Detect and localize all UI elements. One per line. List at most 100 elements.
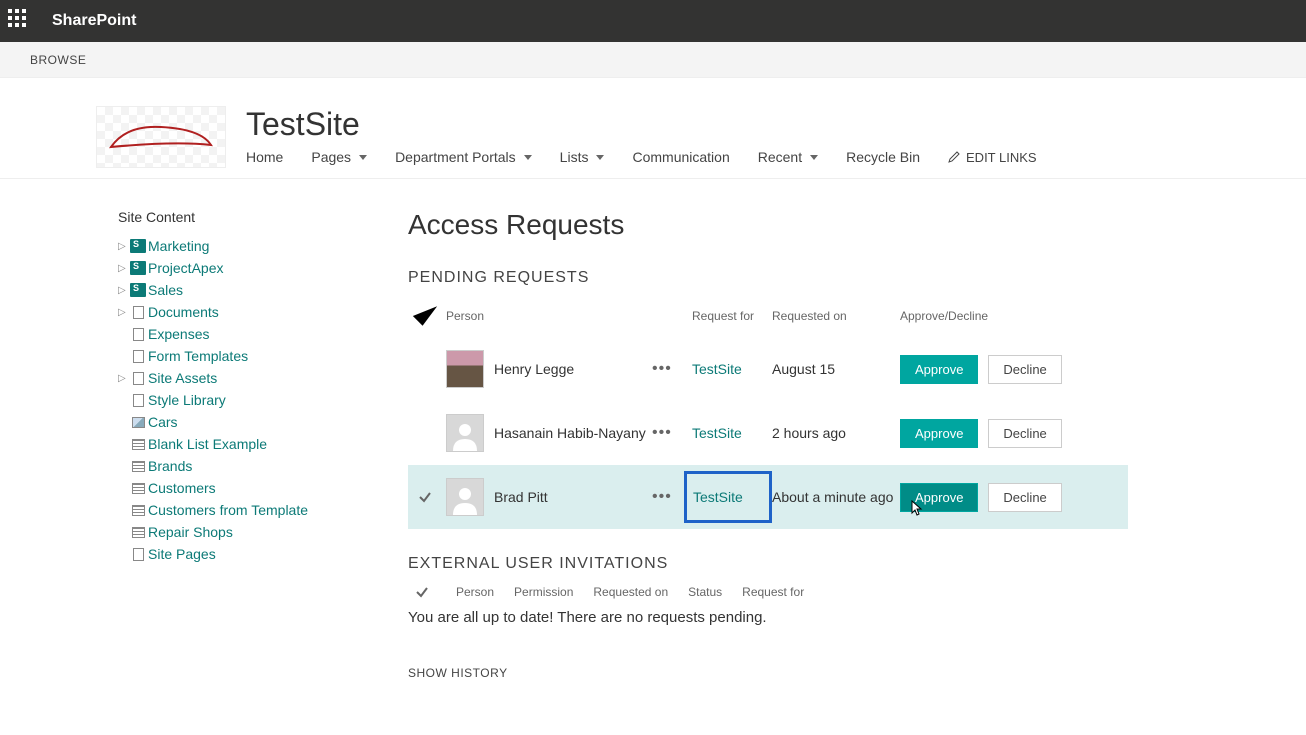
sidebar-item-label[interactable]: Style Library — [148, 392, 226, 408]
sidebar-item-marketing[interactable]: ▷ Marketing — [118, 235, 348, 257]
topnav-item-communication[interactable]: Communication — [632, 149, 729, 165]
sidebar-item-style-library[interactable]: Style Library — [118, 389, 348, 411]
sidebar-item-label[interactable]: Brands — [148, 458, 192, 474]
expand-icon[interactable]: ▷ — [118, 285, 128, 296]
row-check[interactable] — [408, 490, 442, 504]
app-launcher-icon[interactable] — [8, 9, 32, 33]
pending-table-header: Person Request for Requested on Approve/… — [408, 295, 1128, 337]
topnav-item-recycle-bin[interactable]: Recycle Bin — [846, 149, 920, 165]
col-request-for: Request for — [692, 309, 772, 323]
sidebar-item-customers-from-template[interactable]: Customers from Template — [118, 499, 348, 521]
topnav-item-home[interactable]: Home — [246, 149, 283, 165]
ribbon-tab-browse[interactable]: BROWSE — [30, 53, 86, 67]
ellipsis-icon[interactable]: ••• — [652, 488, 672, 505]
sidebar-item-customers[interactable]: Customers — [118, 477, 348, 499]
topnav-item-lists[interactable]: Lists — [560, 149, 605, 165]
doc-icon — [130, 547, 146, 561]
chevron-down-icon — [359, 155, 367, 160]
pending-section-title: PENDING REQUESTS — [408, 269, 1128, 287]
topnav-label: Recent — [758, 149, 802, 165]
sidebar-item-label[interactable]: Form Templates — [148, 348, 248, 364]
sidebar-item-label[interactable]: Marketing — [148, 238, 209, 254]
approve-button[interactable]: Approve — [900, 419, 978, 448]
sidebar-item-projectapex[interactable]: ▷ ProjectApex — [118, 257, 348, 279]
decline-button[interactable]: Decline — [988, 419, 1061, 448]
chevron-down-icon — [524, 155, 532, 160]
list-icon — [130, 525, 146, 539]
top-nav: Home Pages Department Portals Lists Communic… — [246, 149, 1276, 165]
sidebar-item-sales[interactable]: ▷ Sales — [118, 279, 348, 301]
sidebar-item-site-pages[interactable]: Site Pages — [118, 543, 348, 565]
edit-links-button[interactable]: EDIT LINKS — [948, 150, 1037, 165]
approve-button[interactable]: Approve — [900, 355, 978, 384]
ext-select-all[interactable] — [408, 585, 436, 599]
sidebar-item-label[interactable]: Repair Shops — [148, 524, 233, 540]
requested-on: August 15 — [772, 361, 900, 377]
request-for-link[interactable]: TestSite — [693, 489, 743, 505]
list-icon — [130, 459, 146, 473]
sidebar-item-label[interactable]: Site Pages — [148, 546, 216, 562]
topnav-item-pages[interactable]: Pages — [311, 149, 367, 165]
select-all-check[interactable] — [408, 299, 442, 333]
expand-icon[interactable]: ▷ — [118, 241, 128, 252]
sidebar-item-label[interactable]: Customers from Template — [148, 502, 308, 518]
col-person: Person — [442, 309, 652, 323]
sidebar-item-form-templates[interactable]: Form Templates — [118, 345, 348, 367]
expand-icon[interactable]: ▷ — [118, 373, 128, 384]
sidebar-item-label[interactable]: Blank List Example — [148, 436, 267, 452]
sidebar-item-label[interactable]: Documents — [148, 304, 219, 320]
pending-row[interactable]: Brad Pitt•••TestSiteAbout a minute agoAp… — [408, 465, 1128, 529]
doc-icon — [130, 371, 146, 385]
sidebar-item-label[interactable]: Customers — [148, 480, 216, 496]
site-logo[interactable] — [96, 106, 226, 168]
topnav-label: Recycle Bin — [846, 149, 920, 165]
col-approve-decline: Approve/Decline — [900, 309, 1128, 323]
img-icon — [130, 415, 146, 429]
content-area: Site Content ▷Marketing▷ProjectApex▷Sale… — [0, 179, 1306, 710]
topnav-item-recent[interactable]: Recent — [758, 149, 818, 165]
approve-button[interactable]: Approve — [900, 483, 978, 512]
ellipsis-icon[interactable]: ••• — [652, 424, 672, 441]
ellipsis-icon[interactable]: ••• — [652, 360, 672, 377]
sidebar-item-label[interactable]: Site Assets — [148, 370, 217, 386]
ext-col-person: Person — [456, 585, 494, 599]
avatar — [446, 350, 484, 388]
sidebar-item-label[interactable]: ProjectApex — [148, 260, 223, 276]
sidebar: Site Content ▷Marketing▷ProjectApex▷Sale… — [118, 209, 348, 680]
person-name: Brad Pitt — [494, 489, 548, 505]
product-name: SharePoint — [52, 12, 136, 30]
topnav-label: Lists — [560, 149, 589, 165]
sidebar-item-documents[interactable]: ▷ Documents — [118, 301, 348, 323]
expand-icon[interactable]: ▷ — [118, 263, 128, 274]
person-name: Henry Legge — [494, 361, 574, 377]
requested-on: 2 hours ago — [772, 425, 900, 441]
sidebar-item-label[interactable]: Cars — [148, 414, 178, 430]
ext-col-request-for: Request for — [742, 585, 804, 599]
doc-icon — [130, 305, 146, 319]
sidebar-item-label[interactable]: Sales — [148, 282, 183, 298]
request-for-link[interactable]: TestSite — [692, 425, 742, 441]
external-section-title: EXTERNAL USER INVITATIONS — [408, 555, 1128, 573]
sidebar-item-blank-list-example[interactable]: Blank List Example — [118, 433, 348, 455]
decline-button[interactable]: Decline — [988, 483, 1061, 512]
sidebar-item-expenses[interactable]: Expenses — [118, 323, 348, 345]
pencil-icon — [948, 151, 960, 163]
topnav-label: Communication — [632, 149, 729, 165]
sidebar-item-label[interactable]: Expenses — [148, 326, 209, 342]
avatar — [446, 414, 484, 452]
sidebar-item-brands[interactable]: Brands — [118, 455, 348, 477]
site-header: TestSite HomePagesDepartment PortalsList… — [0, 78, 1306, 179]
expand-icon[interactable]: ▷ — [118, 307, 128, 318]
sidebar-item-cars[interactable]: Cars — [118, 411, 348, 433]
sp-icon — [130, 239, 146, 253]
topnav-item-department-portals[interactable]: Department Portals — [395, 149, 532, 165]
sidebar-item-site-assets[interactable]: ▷ Site Assets — [118, 367, 348, 389]
edit-links-label: EDIT LINKS — [966, 150, 1037, 165]
request-for-link[interactable]: TestSite — [692, 361, 742, 377]
doc-icon — [130, 349, 146, 363]
sidebar-item-repair-shops[interactable]: Repair Shops — [118, 521, 348, 543]
pending-row[interactable]: Henry Legge ••• TestSite August 15Approve De… — [408, 337, 1128, 401]
decline-button[interactable]: Decline — [988, 355, 1061, 384]
pending-row[interactable]: Hasanain Habib-Nayany•••TestSite2 hours … — [408, 401, 1128, 465]
show-history-link[interactable]: SHOW HISTORY — [408, 666, 1128, 680]
